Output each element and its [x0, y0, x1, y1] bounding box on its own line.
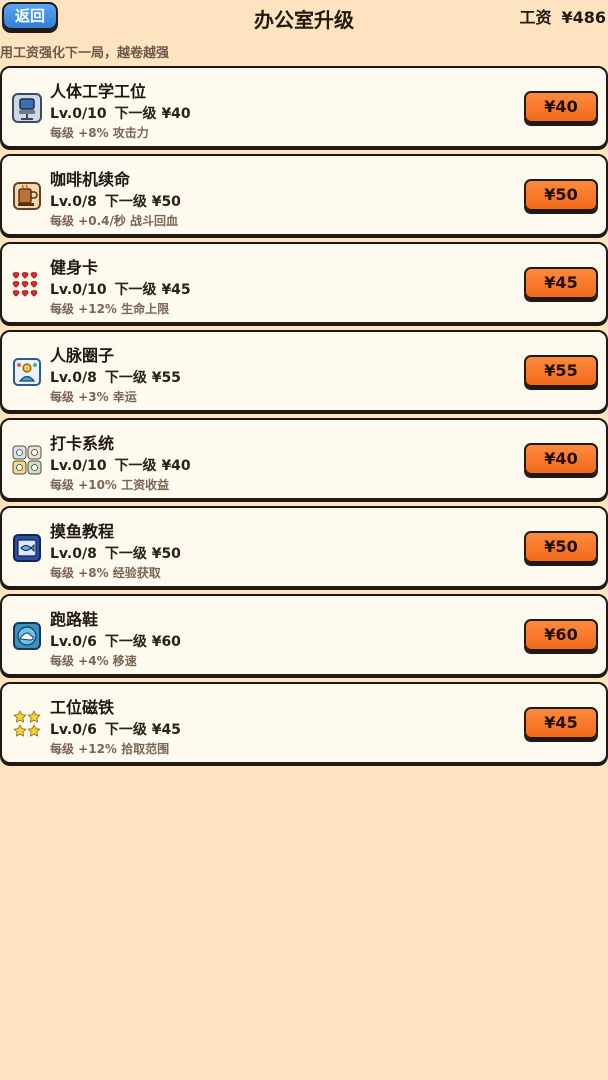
upgrade-name: 工位磁铁: [50, 698, 115, 717]
next-cost: ¥40: [161, 106, 191, 122]
upgrade-level: Lv.0/6 下一级 ¥45: [50, 719, 181, 739]
level-value: Lv.0/8: [50, 546, 97, 562]
buy-button[interactable]: ¥50: [524, 179, 598, 211]
next-cost: ¥50: [151, 546, 181, 562]
next-level-label: 下一级: [104, 722, 147, 738]
next-level-label: 下一级: [114, 458, 157, 474]
upgrade-effect: 每级 +8% 经验获取: [50, 566, 161, 580]
buy-button[interactable]: ¥55: [524, 355, 598, 387]
stars-magnet-icon: [12, 709, 42, 739]
level-value: Lv.0/10: [50, 282, 107, 298]
upgrade-effect: 每级 +12% 生命上限: [50, 302, 170, 316]
upgrade-effect: 每级 +0.4/秒 战斗回血: [50, 214, 179, 228]
upgrade-effect: 每级 +10% 工资收益: [50, 478, 170, 492]
next-cost: ¥60: [151, 634, 181, 650]
buy-button[interactable]: ¥60: [524, 619, 598, 651]
upgrade-card-network-circle: 人脉圈子 Lv.0/8 下一级 ¥55 每级 +3% 幸运 ¥55: [0, 330, 608, 412]
upgrade-effect: 每级 +12% 拾取范围: [50, 742, 170, 756]
salary-display: 工资 ¥486: [519, 4, 606, 28]
next-level-label: 下一级: [114, 106, 157, 122]
level-value: Lv.0/6: [50, 634, 97, 650]
buy-button[interactable]: ¥40: [524, 91, 598, 123]
page-subtitle: 用工资强化下一局，越卷越强: [0, 46, 170, 61]
upgrade-card-clock-in-system: 打卡系统 Lv.0/10 下一级 ¥40 每级 +10% 工资收益 ¥40: [0, 418, 608, 500]
upgrade-effect: 每级 +3% 幸运: [50, 390, 137, 404]
upgrade-card-slacking-guide: 摸鱼教程 Lv.0/8 下一级 ¥50 每级 +8% 经验获取 ¥50: [0, 506, 608, 588]
upgrade-name: 人脉圈子: [50, 346, 115, 365]
next-level-label: 下一级: [104, 370, 147, 386]
next-cost: ¥45: [151, 722, 181, 738]
upgrade-level: Lv.0/10 下一级 ¥45: [50, 279, 191, 299]
next-level-label: 下一级: [104, 634, 147, 650]
upgrade-level: Lv.0/8 下一级 ¥50: [50, 191, 181, 211]
level-value: Lv.0/6: [50, 722, 97, 738]
buy-button[interactable]: ¥40: [524, 443, 598, 475]
ergonomic-chair-icon: [12, 93, 42, 123]
buy-button[interactable]: ¥45: [524, 267, 598, 299]
salary-value: ¥486: [561, 8, 606, 27]
upgrade-effect: 每级 +4% 移速: [50, 654, 137, 668]
next-cost: ¥40: [161, 458, 191, 474]
salary-label: 工资: [519, 8, 552, 27]
buy-button[interactable]: ¥50: [524, 531, 598, 563]
hearts-icon: [12, 269, 42, 299]
upgrade-card-coffee-machine: 咖啡机续命 Lv.0/8 下一级 ¥50 每级 +0.4/秒 战斗回血 ¥50: [0, 154, 608, 236]
coffee-machine-icon: [12, 181, 42, 211]
upgrade-name: 咖啡机续命: [50, 170, 131, 189]
upgrade-level: Lv.0/10 下一级 ¥40: [50, 455, 191, 475]
clock-in-icon: [12, 445, 42, 475]
level-value: Lv.0/8: [50, 194, 97, 210]
next-level-label: 下一级: [104, 194, 147, 210]
upgrade-card-desk-magnet: 工位磁铁 Lv.0/6 下一级 ¥45 每级 +12% 拾取范围 ¥45: [0, 682, 608, 764]
upgrade-name: 摸鱼教程: [50, 522, 115, 541]
upgrade-card-running-shoes: 跑路鞋 Lv.0/6 下一级 ¥60 每级 +4% 移速 ¥60: [0, 594, 608, 676]
buy-button[interactable]: ¥45: [524, 707, 598, 739]
upgrade-name: 跑路鞋: [50, 610, 99, 629]
next-level-label: 下一级: [114, 282, 157, 298]
level-value: Lv.0/10: [50, 458, 107, 474]
upgrade-level: Lv.0/6 下一级 ¥60: [50, 631, 181, 651]
upgrade-name: 健身卡: [50, 258, 99, 277]
upgrade-card-ergonomic-desk: 人体工学工位 Lv.0/10 下一级 ¥40 每级 +8% 攻击力 ¥40: [0, 66, 608, 148]
upgrade-name: 人体工学工位: [50, 82, 147, 101]
next-cost: ¥50: [151, 194, 181, 210]
upgrade-name: 打卡系统: [50, 434, 115, 453]
upgrade-level: Lv.0/8 下一级 ¥50: [50, 543, 181, 563]
upgrade-level: Lv.0/10 下一级 ¥40: [50, 103, 191, 123]
running-shoe-icon: [12, 621, 42, 651]
level-value: Lv.0/8: [50, 370, 97, 386]
fish-book-icon: [12, 533, 42, 563]
upgrade-card-gym-card: 健身卡 Lv.0/10 下一级 ¥45 每级 +12% 生命上限 ¥45: [0, 242, 608, 324]
next-level-label: 下一级: [104, 546, 147, 562]
upgrade-level: Lv.0/8 下一级 ¥55: [50, 367, 181, 387]
upgrade-list: 人体工学工位 Lv.0/10 下一级 ¥40 每级 +8% 攻击力 ¥40 咖啡机…: [0, 66, 608, 770]
level-value: Lv.0/10: [50, 106, 107, 122]
page-title: 办公室升级: [254, 8, 354, 32]
network-card-icon: [12, 357, 42, 387]
next-cost: ¥45: [161, 282, 191, 298]
top-bar: 返回 办公室升级 工资 ¥486: [0, 0, 608, 38]
next-cost: ¥55: [151, 370, 181, 386]
upgrade-effect: 每级 +8% 攻击力: [50, 126, 149, 140]
